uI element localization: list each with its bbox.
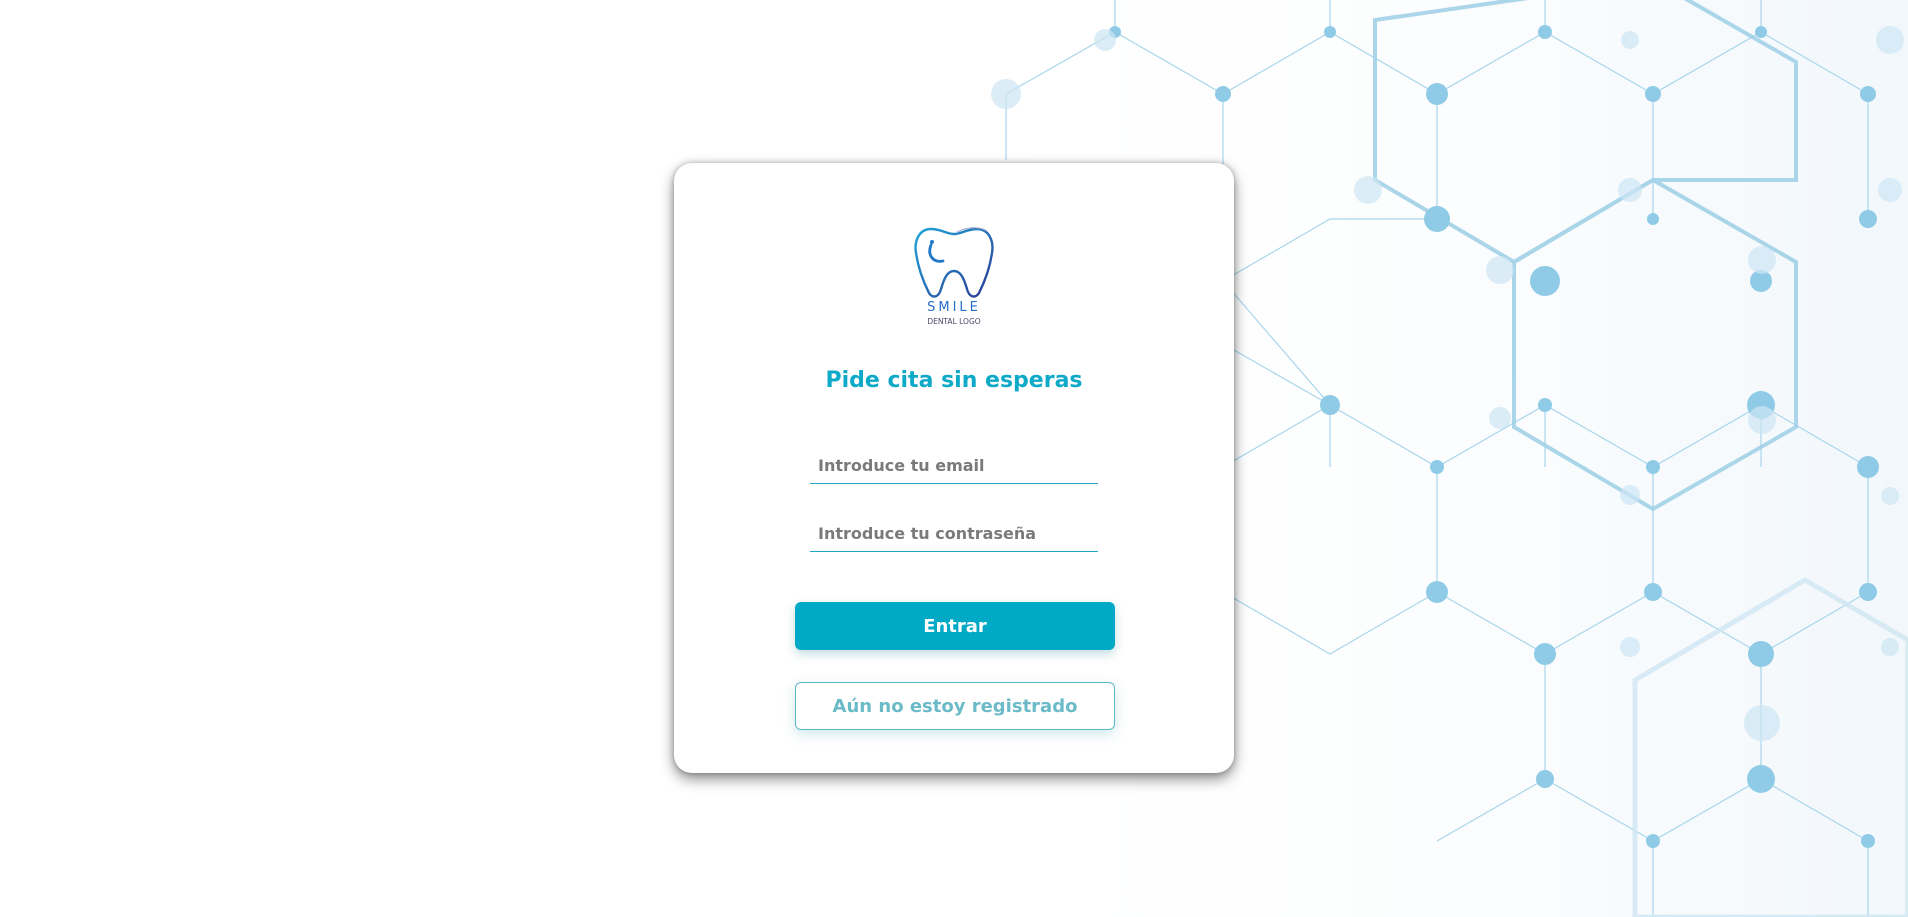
register-button[interactable]: Aún no estoy registrado xyxy=(795,682,1115,730)
email-field[interactable] xyxy=(810,448,1098,484)
tooth-smile-icon xyxy=(914,227,994,298)
password-field[interactable] xyxy=(810,516,1098,552)
logo-subtitle: DENTAL LOGO xyxy=(927,317,981,326)
smile-dental-logo: SMILE DENTAL LOGO xyxy=(909,221,999,333)
login-button[interactable]: Entrar xyxy=(795,602,1115,650)
login-card: SMILE DENTAL LOGO Pide cita sin esperas … xyxy=(674,163,1234,773)
page-title: Pide cita sin esperas xyxy=(825,368,1083,393)
login-page: SMILE DENTAL LOGO Pide cita sin esperas … xyxy=(0,0,1908,917)
logo-wordmark: SMILE xyxy=(927,300,981,315)
